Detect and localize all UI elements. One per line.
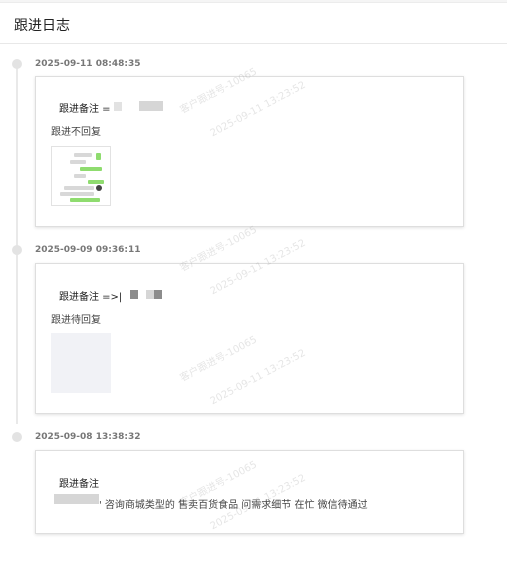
note-body: 跟进不回复 [51,127,101,138]
note-body: 跟进待回复 [51,315,101,326]
entry-card: 跟进备注 ' 咨询商城类型的 售卖百货食品 问需求细节 在忙 微信待通过 [35,450,464,534]
timeline-dot [12,245,22,255]
note-label: 跟进备注 = [59,104,111,115]
redacted-text [114,102,122,111]
entry-timestamp: 2025-09-11 08:48:35 [35,59,141,69]
timeline-dot [12,59,22,69]
redacted-text [54,494,99,504]
entry-card: 跟进备注 = 跟进不回复 [35,76,464,227]
entry-timestamp: 2025-09-08 13:38:32 [35,432,141,442]
redacted-text [139,101,163,111]
entry-timestamp: 2025-09-09 09:36:11 [35,245,141,255]
note-label: 跟进备注 =>| [59,292,123,303]
page-title: 跟进日志 [14,18,70,34]
timeline-dot [12,432,22,442]
note-label: 跟进备注 [59,479,99,490]
attachment-thumbnail[interactable] [51,146,111,206]
entry-card: 跟进备注 =>| 跟进待回复 [35,263,464,414]
timeline-line [16,64,18,424]
redacted-text [130,290,138,299]
note-body: ' 咨询商城类型的 售卖百货食品 问需求细节 在忙 微信待通过 [99,500,368,511]
redacted-text [146,290,154,299]
panel-header: 跟进日志 [0,3,507,44]
redacted-text [154,290,162,299]
attachment-thumbnail[interactable] [51,333,111,393]
